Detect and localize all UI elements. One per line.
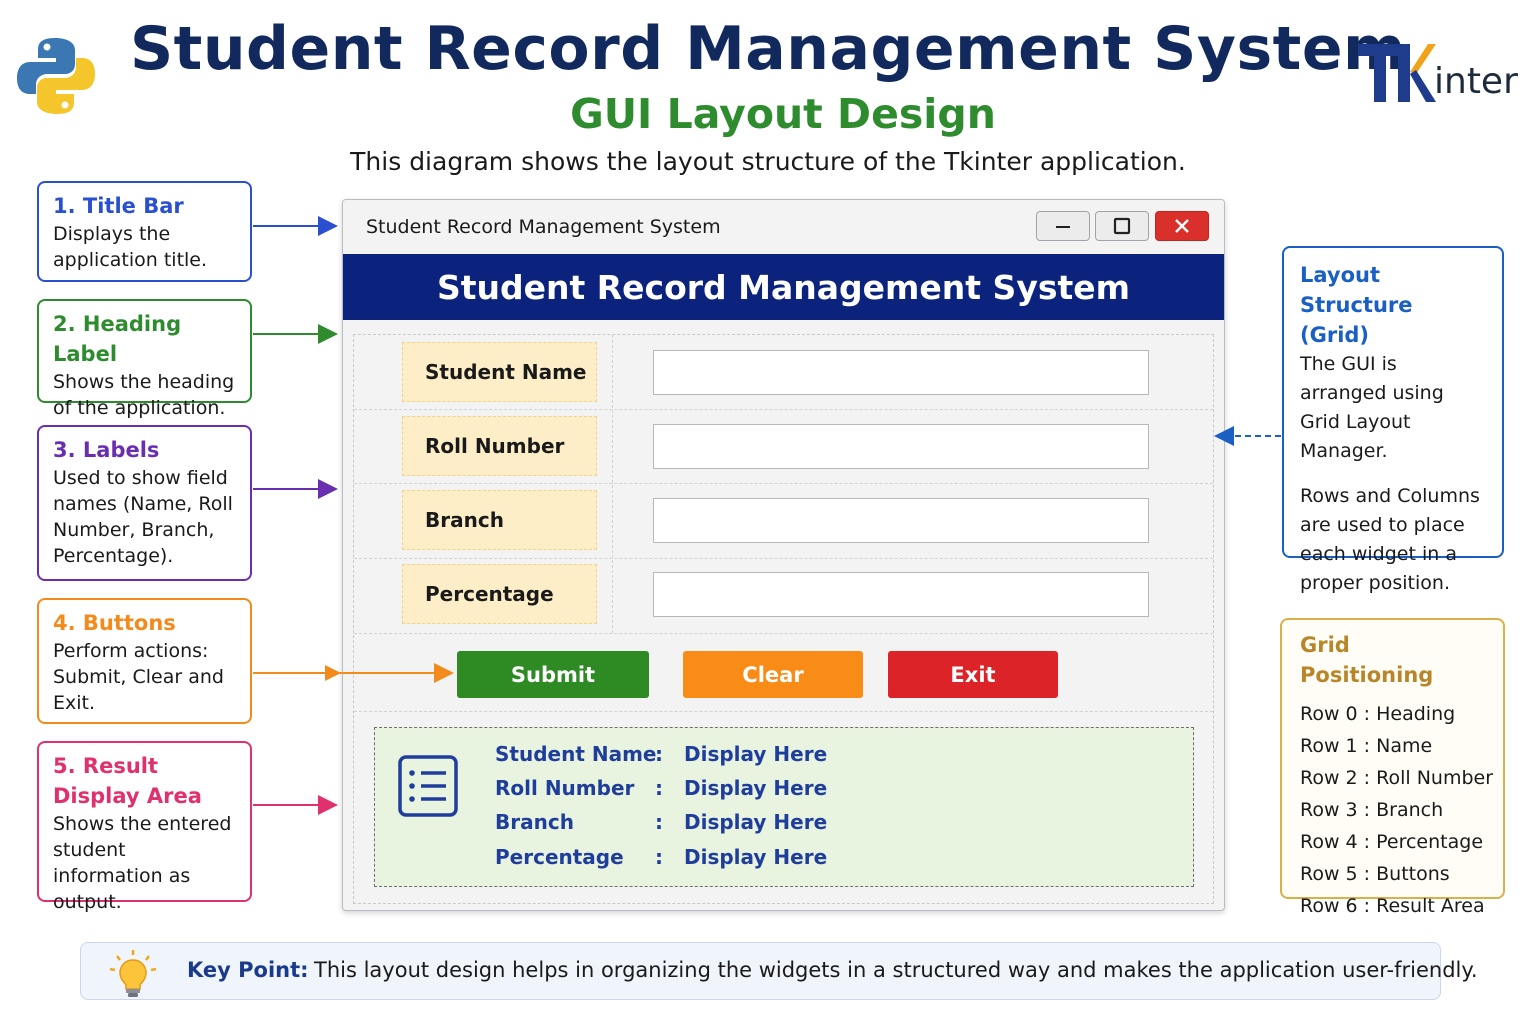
callout-title: 1. Title Bar xyxy=(53,194,184,218)
result-separator: : xyxy=(655,742,663,766)
grid-positioning-title: Grid Positioning xyxy=(1300,633,1434,687)
heading-label-bar: Student Record Management System xyxy=(343,254,1224,320)
grid-row-item: Row 2 : Roll Number xyxy=(1300,767,1494,789)
grid-row-item: Row 3 : Branch xyxy=(1300,799,1444,821)
result-value: Display Here xyxy=(684,845,828,869)
callout-heading-label: 2. Heading Label Shows the heading of th… xyxy=(37,299,252,419)
roll-number-input[interactable] xyxy=(653,424,1149,469)
layout-structure-title: Layout Structure (Grid) xyxy=(1300,263,1413,347)
grid-divider xyxy=(354,558,1213,559)
grid-area: Student Name Roll Number Branch Percenta… xyxy=(353,334,1214,904)
clear-button[interactable]: Clear xyxy=(683,651,863,698)
arrow-buttons-tip xyxy=(325,665,341,681)
result-value: Display Here xyxy=(684,776,828,800)
key-point-banner: Key Point: This layout design helps in o… xyxy=(80,942,1478,1000)
maximize-button[interactable] xyxy=(1095,211,1149,241)
list-icon xyxy=(398,755,458,817)
callout-title: 5. Result Display Area xyxy=(53,754,202,808)
tkinter-logo-text: inter xyxy=(1434,61,1518,102)
callout-title: 4. Buttons xyxy=(53,611,176,635)
callout-body: Shows the entered student information as… xyxy=(53,813,232,913)
student-name-input[interactable] xyxy=(653,350,1149,395)
callout-result-display: 5. Result Display Area Shows the entered… xyxy=(37,741,252,913)
page-subtitle: GUI Layout Design xyxy=(570,90,996,138)
result-separator: : xyxy=(655,776,663,800)
result-separator: : xyxy=(655,845,663,869)
result-separator: : xyxy=(655,810,663,834)
result-label: Percentage xyxy=(495,845,624,869)
callout-body: Used to show field names (Name, Roll Num… xyxy=(53,467,233,567)
result-display-area: Student Name: Display Here Roll Number: Di… xyxy=(374,727,1194,887)
percentage-input[interactable] xyxy=(653,572,1149,617)
callout-body: Shows the heading of the application. xyxy=(53,371,235,419)
minimize-button[interactable] xyxy=(1036,211,1090,241)
layout-structure-para: Rows and Columns are used to place each … xyxy=(1300,485,1480,594)
callout-title: 3. Labels xyxy=(53,438,160,462)
result-row: Percentage: Display Here xyxy=(495,845,827,869)
close-button[interactable] xyxy=(1155,211,1209,241)
key-point-text: This layout design helps in organizing t… xyxy=(314,958,1478,982)
grid-row-item: Row 5 : Buttons xyxy=(1300,863,1450,885)
close-icon xyxy=(1175,219,1189,233)
label-branch: Branch xyxy=(402,490,597,550)
key-point-label: Key Point: xyxy=(187,958,309,982)
layout-structure-box: Layout Structure (Grid) The GUI is arran… xyxy=(1282,246,1504,594)
lightbulb-icon xyxy=(109,950,157,997)
grid-divider xyxy=(354,633,1213,634)
grid-row-item: Row 4 : Percentage xyxy=(1300,831,1484,853)
layout-structure-para: The GUI is arranged using Grid Layout Ma… xyxy=(1300,353,1444,462)
callout-body: Perform actions: Submit, Clear and Exit. xyxy=(53,640,224,714)
grid-divider xyxy=(354,711,1213,712)
grid-row-item: Row 0 : Heading xyxy=(1300,703,1456,725)
result-label: Branch xyxy=(495,810,574,834)
page-description: This diagram shows the layout structure … xyxy=(350,147,1186,176)
result-row: Branch: Display Here xyxy=(495,810,827,834)
label-roll-number: Roll Number xyxy=(402,416,597,476)
callout-buttons: 4. Buttons Perform actions: Submit, Clea… xyxy=(37,598,252,724)
heading-label: Student Record Management System xyxy=(436,267,1131,307)
exit-button[interactable]: Exit xyxy=(888,651,1058,698)
grid-row-item: Row 1 : Name xyxy=(1300,735,1433,757)
result-value: Display Here xyxy=(684,742,828,766)
tkinter-logo-icon xyxy=(1358,44,1436,102)
tkinter-logo: inter xyxy=(1356,32,1518,104)
label-student-name: Student Name xyxy=(402,342,597,402)
result-row: Student Name: Display Here xyxy=(495,742,827,766)
submit-button[interactable]: Submit xyxy=(457,651,649,698)
result-label: Roll Number xyxy=(495,776,635,800)
result-value: Display Here xyxy=(684,810,828,834)
result-label: Student Name xyxy=(495,742,657,766)
maximize-icon xyxy=(1113,217,1131,235)
grid-divider xyxy=(612,335,613,633)
app-window: Student Record Management System Student… xyxy=(342,199,1225,911)
label-percentage: Percentage xyxy=(402,564,597,624)
page-title: Student Record Management System xyxy=(129,14,1407,84)
callout-title-bar: 1. Title Bar Displays the application ti… xyxy=(37,181,252,282)
window-title: Student Record Management System xyxy=(366,216,721,238)
grid-divider xyxy=(354,409,1213,410)
title-bar: Student Record Management System xyxy=(343,200,1224,254)
grid-divider xyxy=(354,483,1213,484)
result-row: Roll Number: Display Here xyxy=(495,776,827,800)
grid-positioning-box: Grid Positioning Row 0 : Heading Row 1 :… xyxy=(1280,618,1505,917)
minimize-icon xyxy=(1056,226,1070,228)
callout-title: 2. Heading Label xyxy=(53,312,182,366)
callout-labels: 3. Labels Used to show field names (Name… xyxy=(37,425,252,581)
grid-row-item: Row 6 : Result Area xyxy=(1300,895,1485,917)
branch-input[interactable] xyxy=(653,498,1149,543)
callout-body: Displays the application title. xyxy=(53,223,208,271)
